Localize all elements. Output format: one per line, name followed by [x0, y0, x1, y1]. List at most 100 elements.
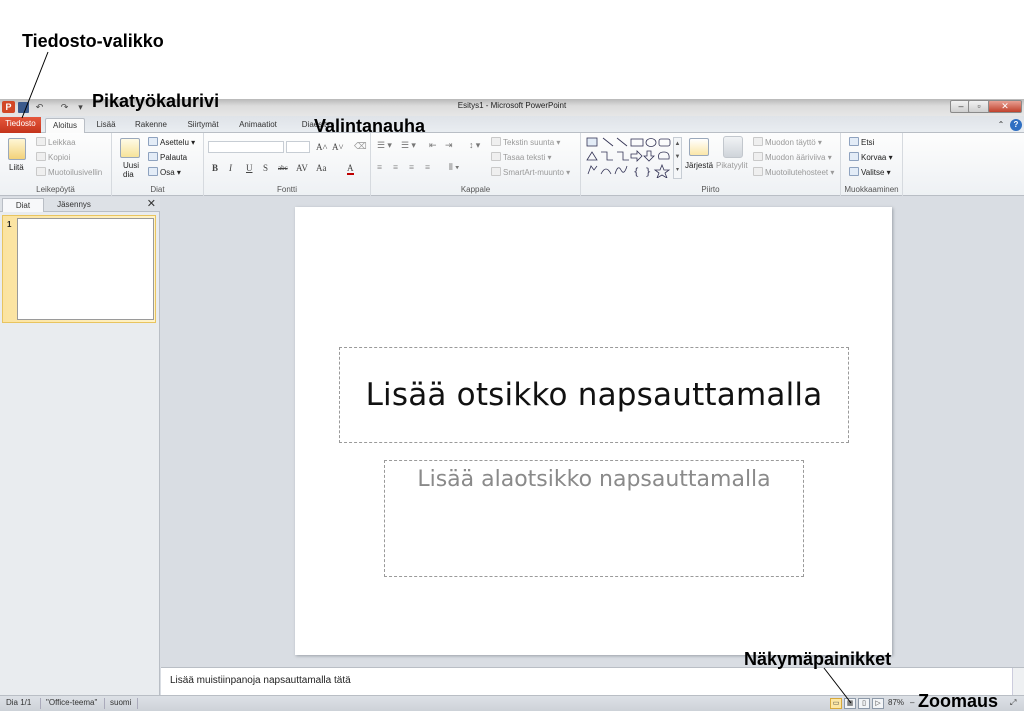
layout-button[interactable]: Asettelu ▾ — [148, 137, 195, 148]
change-case-button[interactable]: Aa — [316, 163, 327, 173]
tab-transitions[interactable]: Siirtymät — [182, 118, 224, 133]
reset-icon — [148, 152, 158, 161]
reset-button[interactable]: Palauta — [148, 152, 187, 163]
notes-scrollbar[interactable] — [1012, 668, 1024, 696]
font-size-combo[interactable] — [286, 141, 310, 153]
format-painter-label: Muotoilusivellin — [48, 168, 103, 177]
reading-view-icon[interactable]: ▯ — [858, 698, 870, 709]
slide-sorter-view-icon[interactable]: ▦ — [844, 698, 856, 709]
slide-canvas[interactable]: Lisää otsikko napsauttamalla Lisää alaot… — [295, 207, 892, 655]
restore-button[interactable]: ▫ — [968, 100, 990, 113]
help-icon[interactable]: ? — [1010, 119, 1022, 131]
slides-pane-tabs: Diat Jäsennys ✕ — [0, 197, 160, 212]
align-left-icon[interactable]: ≡ — [377, 162, 382, 172]
text-direction-button[interactable]: Tekstin suunta ▾ — [491, 137, 560, 148]
line-spacing-icon[interactable]: ↕ ▾ — [469, 140, 480, 151]
clear-format-icon[interactable]: ⌫ — [354, 141, 367, 152]
layout-label: Asettelu — [160, 138, 189, 147]
replace-button[interactable]: Korvaa ▾ — [849, 152, 893, 163]
new-slide-icon[interactable] — [120, 138, 140, 158]
tab-outline[interactable]: Jäsennys — [48, 198, 100, 212]
shape-outline-button[interactable]: Muodon ääriviiva ▾ — [753, 152, 832, 163]
group-label-font: Fontti — [276, 185, 297, 194]
annotation-view-buttons: Näkymäpainikket — [744, 649, 892, 669]
tab-slides[interactable]: Diat — [2, 198, 44, 212]
shape-fill-button[interactable]: Muodon täyttö ▾ — [753, 137, 822, 148]
tab-animations[interactable]: Animaatiot — [234, 118, 282, 133]
indent-increase-icon[interactable]: ⇥ — [445, 140, 453, 151]
shrink-font-button[interactable]: A˅ — [332, 142, 344, 152]
arrange-button[interactable]: Järjestä — [685, 161, 713, 171]
columns-icon[interactable]: ⫴ ▾ — [449, 162, 459, 173]
notes-pane[interactable]: Lisää muistiinpanoja napsauttamalla tätä — [161, 667, 1024, 696]
section-button[interactable]: Osa ▾ — [148, 167, 181, 178]
select-label: Valitse — [861, 168, 885, 177]
underline-button[interactable]: U — [246, 163, 253, 173]
indent-decrease-icon[interactable]: ⇤ — [429, 140, 437, 151]
grow-font-button[interactable]: A˄ — [316, 142, 328, 152]
shapes-scroll[interactable]: ▲ ▼ ▾ — [673, 137, 682, 179]
group-font: A˄ A˅ ⌫ B I U S abc AV Aa A Fontti — [204, 133, 371, 196]
select-button[interactable]: Valitse ▾ — [849, 167, 891, 178]
tab-file[interactable]: Tiedosto — [0, 117, 41, 133]
strikethrough-button[interactable]: abc — [278, 164, 288, 172]
arrange-icon[interactable] — [689, 138, 709, 156]
font-color-button[interactable]: A — [347, 163, 354, 175]
justify-icon[interactable]: ≡ — [425, 162, 430, 172]
bullets-icon[interactable]: ☰ ▾ — [377, 140, 392, 151]
minimize-ribbon-icon[interactable]: ⌃ — [996, 118, 1006, 133]
group-clipboard: Liitä Leikkaa Kopioi Muotoilusivellin Le… — [0, 133, 112, 196]
status-theme[interactable]: "Office-teema" — [46, 698, 97, 707]
status-separator — [40, 698, 41, 709]
shadow-button[interactable]: S — [263, 163, 268, 173]
slide-editing-area: Lisää otsikko napsauttamalla Lisää alaot… — [161, 197, 1024, 665]
slideshow-view-icon[interactable]: ▷ — [872, 698, 884, 709]
annotation-ribbon: Valintanauha — [314, 116, 426, 136]
zoom-out-icon[interactable]: – — [910, 698, 914, 707]
bold-button[interactable]: B — [212, 163, 218, 173]
replace-label: Korvaa — [861, 153, 887, 162]
title-placeholder[interactable]: Lisää otsikko napsauttamalla — [339, 347, 849, 443]
shapes-gallery[interactable]: { } — [585, 136, 681, 178]
group-label-editing: Muokkaaminen — [844, 185, 899, 194]
group-label-drawing: Piirto — [701, 185, 720, 194]
numbering-icon[interactable]: ☰ ▾ — [401, 140, 416, 151]
align-center-icon[interactable]: ≡ — [393, 162, 398, 172]
format-painter-button[interactable]: Muotoilusivellin — [36, 167, 102, 178]
tab-insert[interactable]: Lisää — [92, 118, 120, 133]
find-button[interactable]: Etsi — [849, 137, 874, 148]
tab-design[interactable]: Rakenne — [130, 118, 172, 133]
quick-styles-button[interactable]: Pikatyylit — [716, 161, 748, 171]
quick-styles-icon[interactable] — [723, 136, 743, 158]
cursor-icon — [849, 167, 859, 176]
shape-outline-label: Muodon ääriviiva — [765, 153, 826, 162]
slide-thumbnail[interactable] — [17, 218, 154, 320]
paste-icon[interactable] — [8, 138, 26, 160]
status-separator — [104, 698, 105, 709]
close-pane-icon[interactable]: ✕ — [147, 197, 156, 210]
group-label-paragraph: Kappale — [460, 185, 491, 194]
slide-thumbnail-selected[interactable]: 1 — [2, 215, 156, 323]
copy-button[interactable]: Kopioi — [36, 152, 70, 163]
annotation-quick-access: Pikatyökalurivi — [92, 91, 220, 111]
slide-number: 1 — [7, 220, 12, 229]
align-text-button[interactable]: Tasaa teksti ▾ — [491, 152, 552, 163]
close-button[interactable]: ✕ — [988, 100, 1022, 113]
align-right-icon[interactable]: ≡ — [409, 162, 414, 172]
shape-effects-button[interactable]: Muotoilutehosteet ▾ — [753, 167, 834, 178]
copy-label: Kopioi — [48, 153, 71, 162]
new-slide-label-2[interactable]: dia — [123, 170, 134, 180]
status-language[interactable]: suomi — [110, 698, 131, 707]
smartart-button[interactable]: SmartArt-muunto ▾ — [491, 167, 570, 178]
subtitle-placeholder[interactable]: Lisää alaotsikko napsauttamalla — [384, 460, 804, 577]
tab-home[interactable]: Aloitus — [45, 118, 85, 133]
slides-pane: Diat Jäsennys ✕ 1 — [0, 197, 160, 695]
font-name-combo[interactable] — [208, 141, 284, 153]
paste-button[interactable]: Liitä — [9, 163, 24, 173]
normal-view-icon[interactable]: ▭ — [830, 698, 842, 709]
fit-to-window-icon[interactable]: ⤢ — [1010, 698, 1016, 708]
cut-button[interactable]: Leikkaa — [36, 137, 76, 148]
italic-button[interactable]: I — [229, 163, 232, 173]
zoom-level[interactable]: 87% — [888, 698, 904, 707]
char-spacing-button[interactable]: AV — [296, 163, 308, 173]
